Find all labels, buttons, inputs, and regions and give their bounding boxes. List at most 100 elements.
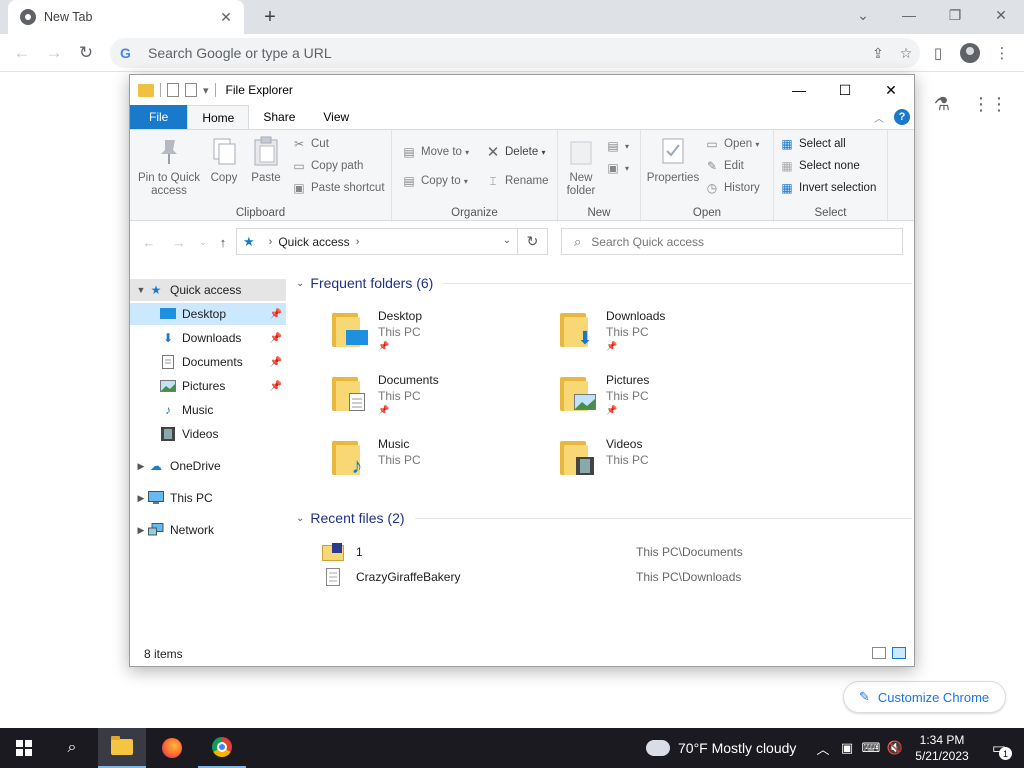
copy-path-button[interactable]: ▭ Copy path [292,156,363,176]
folder-tile-pictures[interactable]: Pictures This PC 📌 [520,371,740,431]
side-panel-icon[interactable]: ▯ [926,41,950,65]
copy-button[interactable]: Copy [208,136,240,185]
customize-chrome-button[interactable]: ✎ Customize Chrome [843,681,1006,713]
open-button[interactable]: ▭ Open ▾ [705,134,759,154]
recent-file-row[interactable]: CrazyGiraffeBakery This PC\Downloads [322,566,912,588]
recent-files-header[interactable]: ⌄ Recent files (2) [296,510,912,526]
nav-network[interactable]: ▶ Network [130,519,286,541]
expand-chevron-icon[interactable]: ▼ [134,285,148,295]
nav-desktop[interactable]: Desktop 📌 [130,303,286,325]
edit-button[interactable]: ✎ Edit [705,156,744,176]
back-icon[interactable]: ← [10,41,34,65]
nav-pictures[interactable]: Pictures 📌 [130,375,286,397]
frequent-folders-header[interactable]: ⌄ Frequent folders (6) [296,275,912,291]
address-dropdown-icon[interactable]: ⌄ [503,235,511,246]
cut-button[interactable]: ✂ Cut [292,134,329,154]
rename-button[interactable]: ⌶ Rename [486,171,548,191]
labs-flask-icon[interactable]: ⚗ [930,92,954,116]
copy-to-button[interactable]: ▤ Copy to ▾ [402,171,468,191]
recent-locations-icon[interactable]: ⌄ [194,233,212,251]
folder-tile-desktop[interactable]: Desktop This PC 📌 [292,307,512,367]
expand-chevron-icon[interactable]: ▶ [134,493,148,504]
new-folder-qat-icon[interactable] [185,83,197,97]
nav-quick-access[interactable]: ▼ ★ Quick access [130,279,286,301]
invert-selection-button[interactable]: ▦ Invert selection [780,178,876,198]
nav-music[interactable]: ♪ Music [130,399,286,421]
folder-tile-music[interactable]: ♪ Music This PC [292,435,512,495]
profile-avatar[interactable] [958,41,982,65]
folder-tile-downloads[interactable]: ⬇ Downloads This PC 📌 [520,307,740,367]
collapse-chevron-icon[interactable]: ⌄ [296,278,304,289]
nav-videos[interactable]: Videos [130,423,286,445]
minimize-icon[interactable]: — [896,4,922,26]
paste-shortcut-button[interactable]: ▣ Paste shortcut [292,178,384,198]
collapse-chevron-icon[interactable]: ⌄ [296,513,304,524]
tab-search-icon[interactable]: ⌄ [850,4,876,26]
start-button[interactable] [0,728,48,768]
breadcrumb-quick-access[interactable]: Quick access [278,235,349,249]
restore-icon[interactable]: ❐ [942,4,968,26]
help-icon[interactable]: ? [894,109,910,125]
folder-tile-videos[interactable]: Videos This PC [520,435,740,495]
omnibox-placeholder[interactable]: Search Google or type a URL [148,45,864,61]
nav-this-pc[interactable]: ▶ This PC [130,487,286,509]
system-clock[interactable]: 1:34 PM 5/21/2023 [912,732,972,764]
explorer-minimize-icon[interactable]: — [776,75,822,105]
new-folder-button[interactable]: New folder [564,136,598,198]
explorer-forward-icon[interactable]: → [170,233,188,251]
apps-grid-icon[interactable]: ⋮⋮ [972,92,1008,116]
new-item-icon[interactable]: ▤ ▾ [606,136,629,156]
explorer-back-icon[interactable]: ← [140,233,158,251]
chrome-menu-icon[interactable]: ⋮ [990,41,1014,65]
tab-home[interactable]: Home [187,105,250,129]
breadcrumb-chevron-icon[interactable]: › [269,236,273,248]
close-window-icon[interactable]: ✕ [988,4,1014,26]
properties-button[interactable]: Properties [645,136,701,185]
tab-close-icon[interactable]: ✕ [218,9,234,25]
expand-chevron-icon[interactable]: ▶ [134,525,148,536]
taskbar-chrome[interactable] [198,728,246,768]
share-icon[interactable]: ⇪ [864,41,892,65]
breadcrumb-chevron-icon[interactable]: › [356,236,360,248]
qat-dropdown-icon[interactable]: ▾ [203,84,209,97]
notification-center-button[interactable]: ▭ 1 [984,728,1014,768]
large-icons-view-icon[interactable] [892,647,906,659]
weather-widget[interactable]: 70°F Mostly cloudy [642,728,796,768]
history-button[interactable]: ◷ History [705,178,760,198]
delete-button[interactable]: ✕ Delete ▾ [486,142,546,162]
up-icon[interactable]: ↑ [214,233,232,251]
nav-downloads[interactable]: ⬇ Downloads 📌 [130,327,286,349]
pin-quick-access-button[interactable]: Pin to Quick access [136,136,202,198]
search-input[interactable]: ⌕ Search Quick access [561,228,903,255]
tab-view[interactable]: View [309,105,363,129]
folder-tile-documents[interactable]: Documents This PC 📌 [292,371,512,431]
taskbar-file-explorer[interactable] [98,728,146,768]
paste-button[interactable]: Paste [250,136,282,185]
collapse-ribbon-icon[interactable]: ︿ [874,110,884,125]
tab-share[interactable]: Share [249,105,309,129]
new-tab-button[interactable]: + [258,5,282,29]
easy-access-icon[interactable]: ▣ ▾ [606,158,629,178]
tab-file[interactable]: File [130,105,188,129]
explorer-maximize-icon[interactable]: ☐ [822,75,868,105]
nav-onedrive[interactable]: ▶ ☁ OneDrive [130,455,286,477]
forward-icon[interactable]: → [42,41,66,65]
tray-app-icon[interactable]: ▣ [836,728,858,768]
bookmark-star-icon[interactable]: ☆ [892,41,920,65]
move-to-button[interactable]: ▤ Move to ▾ [402,142,469,162]
show-hidden-icons-icon[interactable]: ︿ [812,728,834,768]
taskbar-firefox[interactable] [148,728,196,768]
address-bar[interactable]: ★ › Quick access › ⌄ [236,228,518,255]
reload-icon[interactable]: ↻ [74,41,98,65]
expand-chevron-icon[interactable]: ▶ [134,461,148,472]
explorer-close-icon[interactable]: ✕ [868,75,914,105]
omnibox[interactable]: G Search Google or type a URL ⇪ ☆ [110,38,920,68]
recent-file-row[interactable]: 1 This PC\Documents [322,541,912,563]
search-taskbar-icon[interactable]: ⌕ [48,728,96,768]
network-tray-icon[interactable]: ⌨ [860,728,882,768]
properties-qat-icon[interactable] [167,83,179,97]
nav-documents[interactable]: Documents 📌 [130,351,286,373]
tab-new-tab[interactable]: New Tab ✕ [8,0,244,34]
select-none-button[interactable]: ▦ Select none [780,156,859,176]
select-all-button[interactable]: ▦ Select all [780,134,845,154]
